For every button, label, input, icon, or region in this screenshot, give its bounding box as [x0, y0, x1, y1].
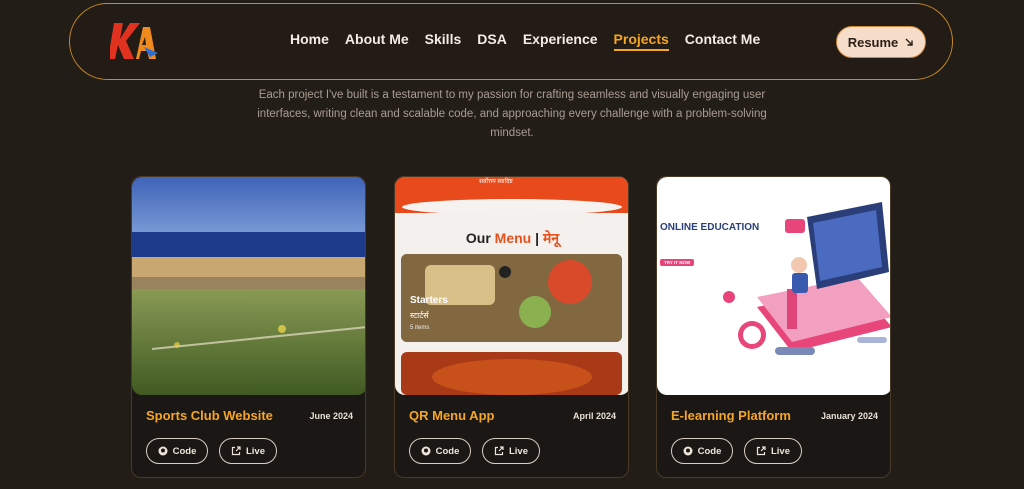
- project-date: January 2024: [820, 411, 878, 421]
- nav-home[interactable]: Home: [290, 31, 329, 51]
- project-image-elearning: ONLINE EDUCATION TRY IT NOW: [657, 177, 890, 395]
- code-label: Code: [697, 445, 722, 457]
- site-logo[interactable]: [108, 17, 162, 65]
- menu-heading-native: मेनू: [542, 230, 560, 246]
- external-link-icon: [231, 446, 241, 456]
- nav-links: Home About Me Skills DSA Experience Proj…: [290, 31, 760, 51]
- live-label: Live: [245, 445, 265, 457]
- external-link-icon: [494, 446, 504, 456]
- code-label: Code: [172, 445, 197, 457]
- project-card: सर्वोत्तम स्वादिष्ट Our Menu | मेनू Star…: [394, 176, 629, 478]
- github-icon: [421, 446, 431, 456]
- project-title: E-learning Platform: [671, 408, 791, 423]
- project-image-stadium: [132, 177, 365, 395]
- menu-heading-menu: Menu: [494, 230, 532, 246]
- nav-dsa[interactable]: DSA: [477, 31, 507, 51]
- code-label: Code: [435, 445, 460, 457]
- project-date: April 2024: [572, 411, 616, 421]
- nav-skills[interactable]: Skills: [425, 31, 462, 51]
- live-button[interactable]: Live: [744, 438, 802, 464]
- projects-intro: Each project I've built is a testament t…: [257, 89, 767, 139]
- project-title: QR Menu App: [409, 408, 495, 423]
- live-label: Live: [508, 445, 528, 457]
- live-button[interactable]: Live: [219, 438, 277, 464]
- live-button[interactable]: Live: [482, 438, 540, 464]
- live-label: Live: [770, 445, 790, 457]
- project-image-menu: सर्वोत्तम स्वादिष्ट Our Menu | मेनू Star…: [395, 177, 628, 395]
- nav-about[interactable]: About Me: [345, 31, 409, 51]
- project-card: ONLINE EDUCATION TRY IT NOW E-learning P…: [656, 176, 891, 478]
- resume-label: Resume: [847, 34, 899, 50]
- project-date: June 2024: [309, 411, 353, 421]
- menu-category-native: स्टार्टर्स: [410, 311, 429, 320]
- github-icon: [158, 446, 168, 456]
- arrow-down-right-icon: [905, 38, 913, 46]
- code-button[interactable]: Code: [409, 438, 471, 464]
- project-card: Sports Club Website June 2024 Code Live: [131, 176, 366, 478]
- nav-experience[interactable]: Experience: [523, 31, 598, 51]
- nav-contact[interactable]: Contact Me: [685, 31, 760, 51]
- menu-item-count: 5 items: [410, 325, 430, 331]
- resume-button[interactable]: Resume: [836, 26, 926, 58]
- nav-projects[interactable]: Projects: [613, 31, 669, 51]
- github-icon: [683, 446, 693, 456]
- project-title: Sports Club Website: [146, 408, 273, 423]
- menu-heading-sep: |: [531, 230, 543, 246]
- menu-category: Starters: [410, 295, 448, 306]
- elearn-title: ONLINE EDUCATION: [660, 222, 760, 233]
- menu-heading: Our Menu | मेनू: [395, 229, 628, 248]
- external-link-icon: [756, 446, 766, 456]
- navbar: Home About Me Skills DSA Experience Proj…: [69, 3, 953, 80]
- code-button[interactable]: Code: [146, 438, 208, 464]
- menu-top-text: सर्वोत्तम स्वादिष्ट: [479, 179, 513, 185]
- code-button[interactable]: Code: [671, 438, 733, 464]
- menu-heading-our: Our: [465, 230, 491, 246]
- elearn-cta: TRY IT NOW: [660, 259, 695, 266]
